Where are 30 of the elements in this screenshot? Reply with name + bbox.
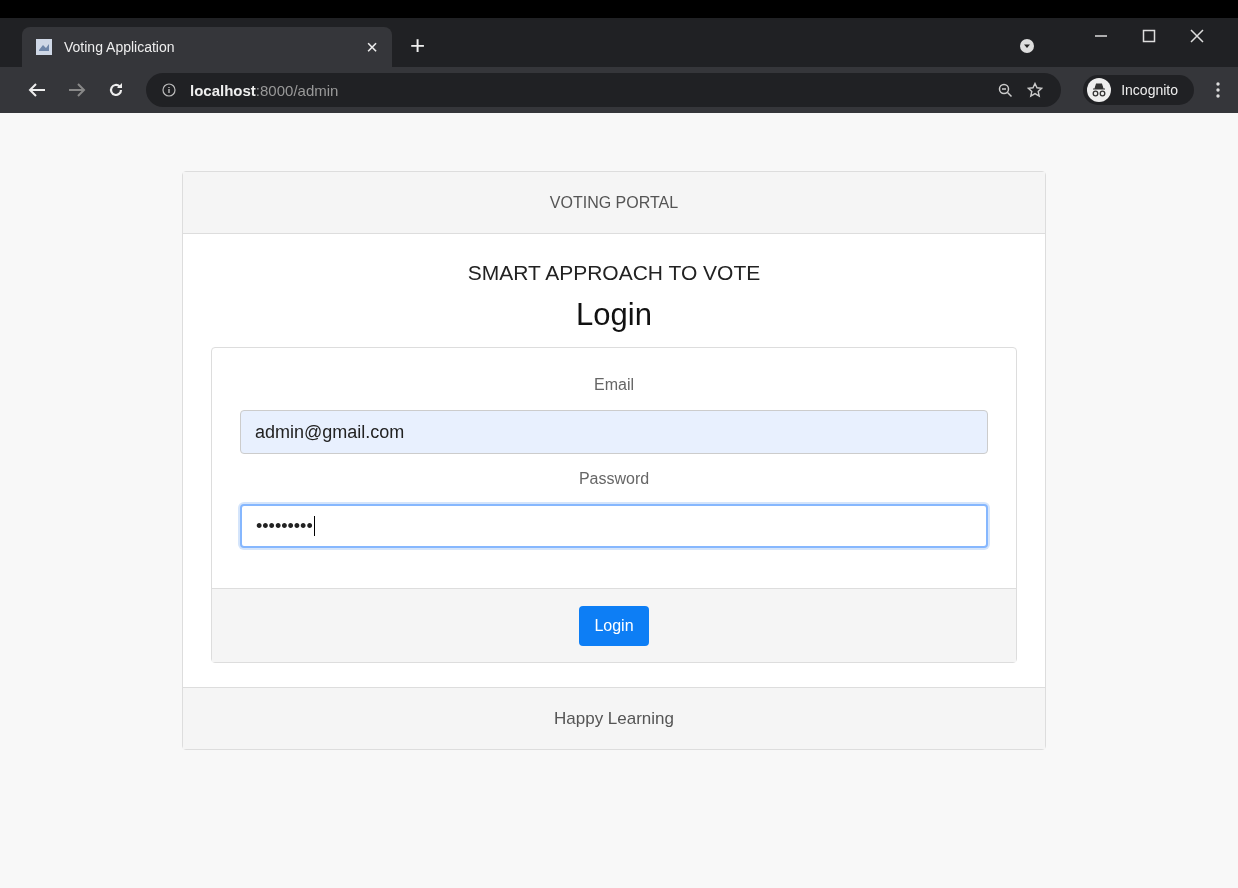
url-text: localhost:8000/admin xyxy=(190,81,339,99)
incognito-icon xyxy=(1087,78,1112,102)
forward-arrow-icon[interactable] xyxy=(68,82,86,98)
field-value: admin@gmail.com xyxy=(255,421,405,443)
favicon-icon xyxy=(36,39,52,55)
field-label: Password xyxy=(578,470,650,488)
tab-close-button[interactable]: × xyxy=(366,35,378,59)
close-icon[interactable] xyxy=(1190,29,1204,43)
star-icon[interactable] xyxy=(1027,82,1044,98)
new-tab-button[interactable]: + xyxy=(410,30,426,61)
login-heading: Login xyxy=(576,297,652,333)
maximize-icon[interactable] xyxy=(1142,29,1156,43)
portal-title: VOTING PORTAL xyxy=(549,193,679,212)
input-field[interactable]: ••••••••• xyxy=(240,504,988,548)
incognito-profile-button[interactable]: Incognito xyxy=(1083,75,1194,105)
address-bar[interactable]: localhost:8000/admin xyxy=(146,73,1062,107)
field-value: ••••••••• xyxy=(256,515,313,537)
login-button[interactable]: Login xyxy=(579,605,649,646)
reload-icon[interactable] xyxy=(108,82,124,98)
back-arrow-icon[interactable] xyxy=(28,82,46,98)
tab-title: Voting Application xyxy=(64,39,176,55)
tab-search-icon[interactable] xyxy=(1020,39,1034,53)
info-icon xyxy=(162,83,176,97)
zoom-out-icon[interactable] xyxy=(998,82,1014,98)
menu-icon[interactable] xyxy=(1216,82,1220,98)
field-label: Email xyxy=(594,376,634,394)
subtitle: SMART APPROACH TO VOTE xyxy=(467,261,761,285)
footer-text: Happy Learning xyxy=(554,708,674,729)
input-field[interactable]: admin@gmail.com xyxy=(240,410,988,454)
browser-tab[interactable]: Voting Application × xyxy=(22,27,392,67)
